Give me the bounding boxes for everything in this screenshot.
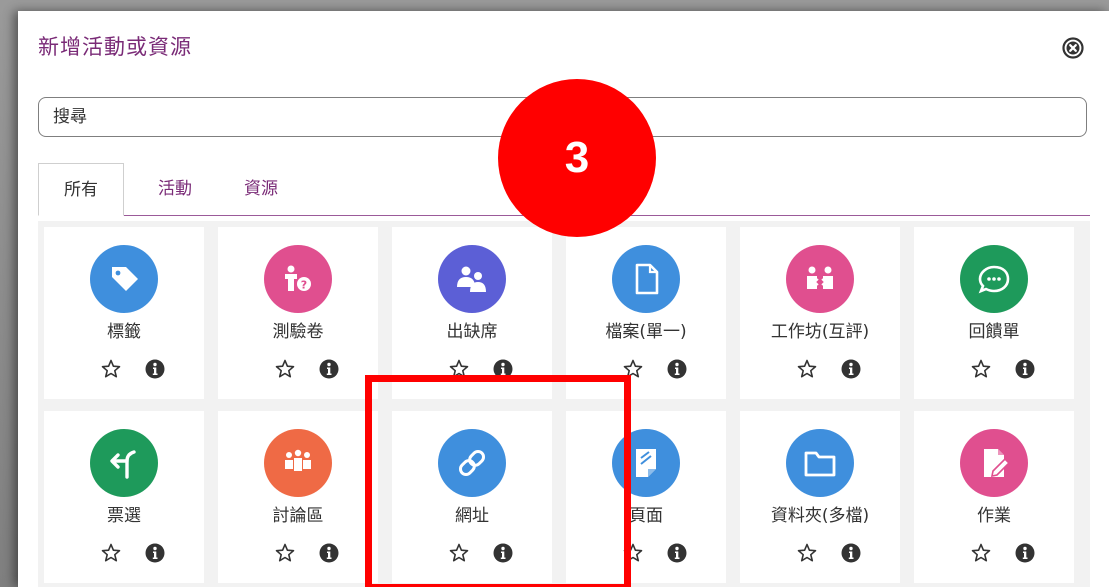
info-icon[interactable]	[1014, 542, 1036, 564]
highlight-box	[365, 375, 631, 587]
activity-label: 工作坊(互評)	[770, 322, 870, 342]
activity-card-tag[interactable]: 標籤	[44, 227, 204, 399]
tag-icon	[90, 245, 158, 313]
svg-text:?: ?	[301, 279, 307, 292]
info-icon[interactable]	[840, 542, 862, 564]
star-icon[interactable]	[970, 358, 992, 380]
activity-label: 出缺席	[446, 322, 498, 342]
workshop-icon	[786, 245, 854, 313]
tab-resources[interactable]: 資源	[234, 163, 288, 215]
add-activity-modal: 新增活動或資源 所有 活動 資源 標籤? 測驗卷 出缺席 檔案(單一) 工作坊(互評) 回…	[18, 11, 1109, 587]
activity-label: 討論區	[272, 506, 324, 526]
tab-activities[interactable]: 活動	[148, 163, 202, 215]
info-icon[interactable]	[666, 358, 688, 380]
folder-icon	[786, 429, 854, 497]
activity-card-forum[interactable]: 討論區	[218, 411, 378, 583]
choice-icon	[90, 429, 158, 497]
info-icon[interactable]	[318, 358, 340, 380]
star-icon[interactable]	[274, 542, 296, 564]
activity-label: 回饋單	[968, 322, 1020, 342]
activity-card-quiz[interactable]: ? 測驗卷	[218, 227, 378, 399]
star-icon[interactable]	[796, 542, 818, 564]
activity-label: 標籤	[107, 322, 141, 342]
quiz-icon: ?	[264, 245, 332, 313]
info-icon[interactable]	[1014, 358, 1036, 380]
activity-label: 作業	[977, 506, 1011, 526]
activity-card-choice[interactable]: 票選	[44, 411, 204, 583]
step-badge: 3	[498, 79, 656, 237]
assignment-icon	[960, 429, 1028, 497]
star-icon[interactable]	[274, 358, 296, 380]
star-icon[interactable]	[970, 542, 992, 564]
info-icon[interactable]	[144, 542, 166, 564]
info-icon[interactable]	[840, 358, 862, 380]
activity-label: 票選	[107, 506, 141, 526]
activity-card-attendance[interactable]: 出缺席	[392, 227, 552, 399]
activity-card-workshop[interactable]: 工作坊(互評)	[740, 227, 900, 399]
activity-card-folder[interactable]: 資料夾(多檔)	[740, 411, 900, 583]
activity-label: 檔案(單一)	[605, 322, 687, 342]
info-icon[interactable]	[318, 542, 340, 564]
activity-label: 資料夾(多檔)	[770, 506, 870, 526]
activity-card-feedback[interactable]: 回饋單	[914, 227, 1074, 399]
info-icon[interactable]	[666, 542, 688, 564]
star-icon[interactable]	[100, 542, 122, 564]
close-icon[interactable]	[1062, 37, 1084, 59]
feedback-icon	[960, 245, 1028, 313]
activity-label: 測驗卷	[272, 322, 324, 342]
star-icon[interactable]	[100, 358, 122, 380]
forum-icon	[264, 429, 332, 497]
modal-title: 新增活動或資源	[38, 35, 192, 59]
activity-card-file[interactable]: 檔案(單一)	[566, 227, 726, 399]
tab-all[interactable]: 所有	[38, 163, 124, 216]
star-icon[interactable]	[796, 358, 818, 380]
activity-card-assignment[interactable]: 作業	[914, 411, 1074, 583]
info-icon[interactable]	[144, 358, 166, 380]
file-icon	[612, 245, 680, 313]
attendance-icon	[438, 245, 506, 313]
